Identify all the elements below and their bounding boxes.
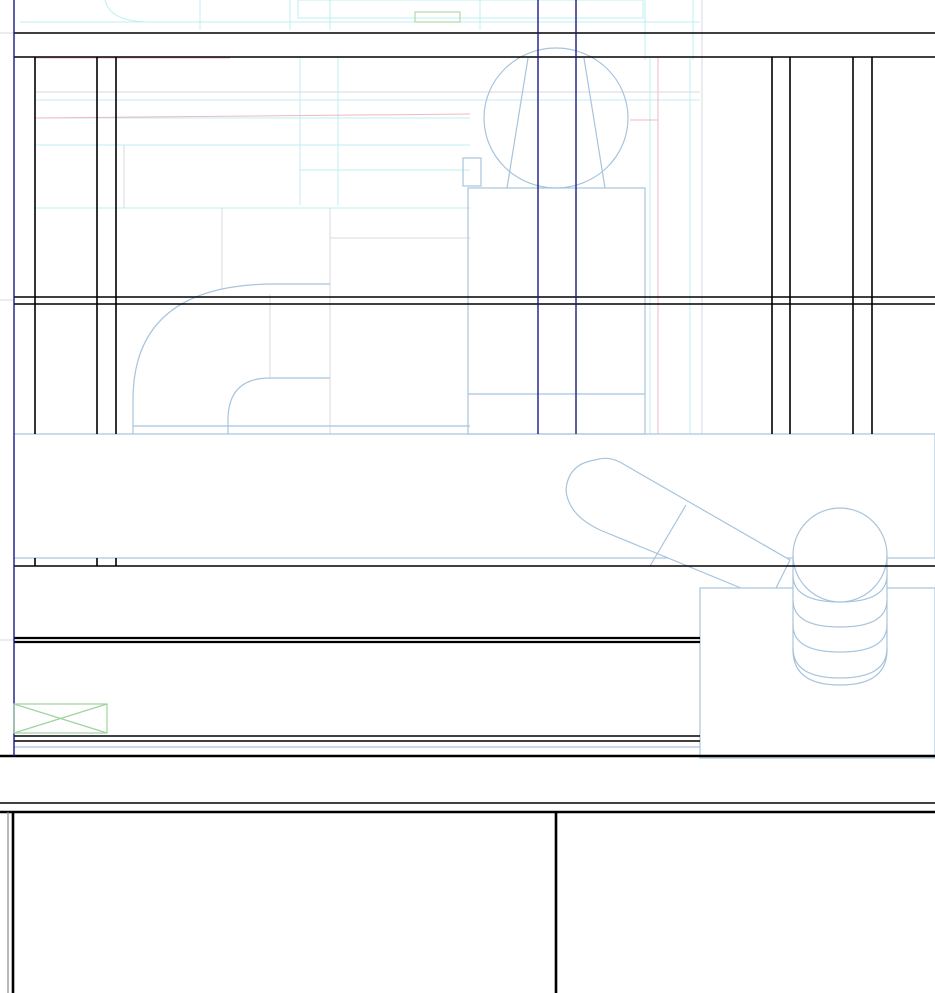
underlay-grey-lines [0,0,703,641]
duct-elbow-outer [132,283,330,434]
underlay-top-fragments [104,0,644,23]
structure-layer [0,32,935,993]
cad-drawing-canvas [0,0,935,993]
cad-elevation-drawing [0,0,935,993]
underlay-cyan-lines [20,0,700,434]
circular-fan-casing [483,47,629,189]
fan-motor-box [462,157,482,187]
duct-riser [467,187,646,435]
angled-branch-duct [565,457,791,601]
underlay-layer [0,0,703,641]
void-marker [13,703,108,734]
ductwork-layer [13,47,935,759]
underlay-pink-lines [34,57,659,434]
